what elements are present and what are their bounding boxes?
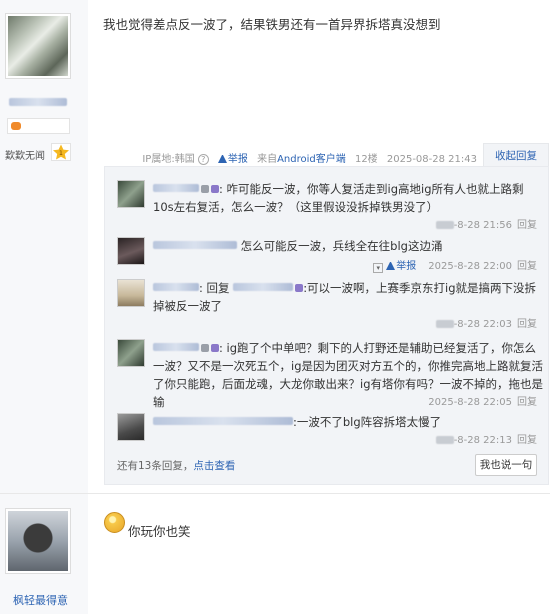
reply-button[interactable]: 回复 xyxy=(517,220,537,231)
say-something-button[interactable]: 我也说一句 xyxy=(475,454,537,476)
sub-reply: : ig跑了个中单吧？剩下的人打野还是辅助已经复活了，你怎么一波？又不是一次死五… xyxy=(117,339,543,411)
reply-username-blurred[interactable] xyxy=(153,417,293,425)
reply-avatar[interactable] xyxy=(117,413,145,441)
warning-icon xyxy=(217,155,227,163)
emoji-icon xyxy=(104,512,125,533)
reply-button[interactable]: 回复 xyxy=(517,435,537,446)
blurred-year xyxy=(435,436,454,444)
blurred-year xyxy=(435,320,454,328)
source-client-link[interactable]: Android客户端 xyxy=(277,154,346,165)
post1-username-blurred[interactable] xyxy=(9,98,67,106)
rank-level-icon: 1 xyxy=(51,143,71,161)
sub-reply: 怎么可能反一波，兵线全在往blg这边涌 ▾ 举报 2025-8-28 22:00 回复 xyxy=(117,237,537,277)
rank-title: 歎歎无闻 xyxy=(5,151,45,162)
reply-datetime: -8-28 22:13 xyxy=(453,435,512,446)
reply-username-blurred[interactable] xyxy=(153,343,199,351)
post2-user-avatar[interactable] xyxy=(5,508,71,574)
reply-meta: -8-28 22:03 回复 xyxy=(435,315,537,330)
fold-replies-button[interactable]: 收起回复 xyxy=(483,143,549,167)
reply-avatar[interactable] xyxy=(117,279,145,307)
post2-username[interactable]: 枫轻最得意 xyxy=(13,592,68,608)
reply-datetime: -8-28 21:56 xyxy=(453,220,512,231)
report-link[interactable]: 举报 xyxy=(386,261,416,272)
reply-button[interactable]: 回复 xyxy=(517,261,537,272)
badge-icon xyxy=(11,122,21,130)
user-badge[interactable] xyxy=(7,118,70,134)
post-divider xyxy=(0,493,550,494)
reply-body: : 咋可能反一波，你等人复活走到ig高地ig所有人也就上路剩10s左右复活，怎么… xyxy=(153,180,543,216)
post1-meta: IP属地:韩国? 举报 来自Android客户端 12楼 2025-08-28 … xyxy=(136,150,477,165)
reply-meta: 2025-8-28 22:05 回复 xyxy=(428,393,537,408)
more-replies: 还有13条回复，点击查看 xyxy=(117,460,236,472)
reply-body: : 回复 :可以一波啊，上赛季京东打ig就是搞两下没拆掉被反一波了 xyxy=(153,279,543,315)
ip-location: IP属地:韩国 xyxy=(142,154,195,165)
reply-meta: ▾ 举报 2025-8-28 22:00 回复 xyxy=(373,257,537,273)
reply-text: 怎么可能反一波，兵线全在往blg这边涌 xyxy=(240,239,443,253)
reply-datetime: 2025-8-28 22:00 xyxy=(428,261,512,272)
sub-reply-box: : 咋可能反一波，你等人复活走到ig高地ig所有人也就上路剩10s左右复活，怎么… xyxy=(104,166,549,485)
source-label: 来自Android客户端 xyxy=(257,154,346,165)
reply-body: 怎么可能反一波，兵线全在往blg这边涌 xyxy=(153,237,543,255)
reply-button[interactable]: 回复 xyxy=(517,397,537,408)
reply-meta: -8-28 22:13 回复 xyxy=(435,431,537,446)
blurred-year xyxy=(435,221,454,229)
avatar-image xyxy=(8,16,68,76)
reply-avatar[interactable] xyxy=(117,180,145,208)
report-link[interactable]: 举报 xyxy=(217,154,248,165)
devil-icon xyxy=(211,185,219,193)
floor-number: 12楼 xyxy=(354,154,378,165)
avatar-image xyxy=(8,511,68,571)
warning-icon xyxy=(386,262,396,270)
reply-avatar[interactable] xyxy=(117,339,145,367)
reply-username-blurred[interactable] xyxy=(153,184,199,192)
sub-reply: : 咋可能反一波，你等人复活走到ig高地ig所有人也就上路剩10s左右复活，怎么… xyxy=(117,180,537,232)
reply-text: :一波不了blg阵容拆塔太慢了 xyxy=(293,415,442,429)
reply-meta: -8-28 21:56 回复 xyxy=(435,216,537,231)
sub-reply: : 回复 :可以一波啊，上赛季京东打ig就是搞两下没拆掉被反一波了 -8-28 … xyxy=(117,279,537,331)
sub-reply: :一波不了blg阵容拆塔太慢了 -8-28 22:13 回复 xyxy=(117,413,537,447)
chevron-down-icon[interactable]: ▾ xyxy=(373,263,384,273)
post-datetime: 2025-08-28 21:43 xyxy=(386,154,477,165)
user-tag-icon xyxy=(201,185,209,193)
reply-username-blurred[interactable] xyxy=(153,241,237,249)
reply-button[interactable]: 回复 xyxy=(517,319,537,330)
reply-avatar[interactable] xyxy=(117,237,145,265)
help-icon[interactable]: ? xyxy=(197,154,209,165)
mention-username-blurred[interactable] xyxy=(233,283,294,291)
post1-content: 我也觉得差点反一波了，结果铁男还有一首异界拆塔真没想到 xyxy=(103,17,441,32)
reply-datetime: -8-28 22:03 xyxy=(453,319,512,330)
post1-user-avatar[interactable] xyxy=(5,13,71,79)
view-more-link[interactable]: 点击查看 xyxy=(193,460,235,472)
reply-datetime: 2025-8-28 22:05 xyxy=(428,397,512,408)
devil-icon xyxy=(211,344,219,352)
rank-level-number: 1 xyxy=(59,149,63,157)
devil-icon xyxy=(295,284,304,292)
reply-body: :一波不了blg阵容拆塔太慢了 xyxy=(153,413,543,431)
user-tag-icon xyxy=(201,344,209,352)
post2-content: 你玩你也笑 xyxy=(128,524,191,539)
reply-username-blurred[interactable] xyxy=(153,283,199,291)
reply-prefix: : 回复 xyxy=(199,281,230,295)
